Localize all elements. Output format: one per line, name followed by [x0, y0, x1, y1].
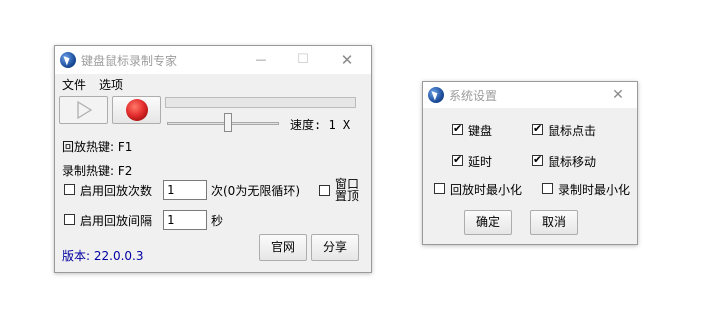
close-button[interactable]: ✕ [325, 46, 369, 74]
mouse-click-label: 鼠标点击 [548, 124, 597, 138]
minimize-on-playback-checkbox[interactable] [434, 183, 445, 194]
menu-file[interactable]: 文件 [62, 76, 86, 93]
website-button[interactable]: 官网 [259, 234, 307, 261]
minimize-button[interactable]: — [239, 46, 283, 74]
speed-label: 速度: 1 X [290, 118, 351, 132]
record-hotkey-label: 录制热键: F2 [62, 164, 133, 178]
main-window-title: 键盘鼠标录制专家 [81, 54, 178, 68]
topmost-checkbox[interactable] [319, 185, 330, 196]
play-icon [77, 100, 93, 120]
interval-checkbox[interactable] [64, 214, 75, 225]
topmost-label-line2: 置顶 [335, 189, 360, 203]
settings-window: 系统设置 ✕ 键盘 鼠标点击 延时 鼠标移动 回放时最小化 录制时最小化 确定 … [422, 81, 638, 245]
minimize-on-record-checkbox[interactable] [542, 183, 553, 194]
playback-hotkey-label: 回放热键: F1 [62, 140, 133, 154]
settings-window-title: 系统设置 [449, 89, 498, 103]
progress-bar [165, 97, 356, 108]
menu-options[interactable]: 选项 [99, 76, 123, 93]
settings-app-icon [428, 87, 444, 103]
interval-label: 启用回放间隔 [80, 214, 153, 228]
speed-slider[interactable] [167, 112, 279, 134]
mouse-move-label: 鼠标移动 [548, 155, 597, 169]
repeat-count-label: 启用回放次数 [80, 184, 153, 198]
settings-titlebar[interactable]: 系统设置 ✕ [423, 82, 637, 108]
keyboard-label: 键盘 [468, 124, 493, 138]
cancel-button[interactable]: 取消 [530, 210, 578, 235]
slider-thumb[interactable] [224, 113, 232, 132]
settings-close-button[interactable]: ✕ [599, 82, 637, 108]
minimize-on-record-label: 录制时最小化 [558, 183, 631, 197]
ok-button[interactable]: 确定 [464, 210, 512, 235]
main-titlebar[interactable]: 键盘鼠标录制专家 — ☐ ✕ [55, 46, 371, 74]
delay-checkbox[interactable] [452, 153, 463, 167]
repeat-count-suffix: 次(0为无限循环) [211, 184, 300, 198]
repeat-count-input[interactable] [163, 180, 207, 200]
app-icon [60, 52, 76, 68]
delay-label: 延时 [468, 155, 493, 169]
slider-track [167, 122, 279, 125]
share-button[interactable]: 分享 [311, 234, 359, 261]
menu-bar: 文件 选项 [55, 74, 371, 94]
minimize-on-playback-label: 回放时最小化 [450, 183, 523, 197]
play-button[interactable] [59, 96, 108, 124]
mouse-move-checkbox[interactable] [532, 153, 543, 167]
maximize-button[interactable]: ☐ [281, 46, 325, 74]
record-icon [126, 99, 148, 121]
main-window: 键盘鼠标录制专家 — ☐ ✕ 文件 选项 速度: 1 X 回放热键: F1 录制… [54, 45, 372, 273]
version-label: 版本: 22.0.0.3 [62, 249, 144, 263]
keyboard-checkbox[interactable] [452, 122, 463, 136]
interval-suffix: 秒 [211, 214, 224, 228]
mouse-click-checkbox[interactable] [532, 122, 543, 136]
interval-input[interactable] [163, 210, 207, 230]
repeat-count-checkbox[interactable] [64, 184, 75, 195]
record-button[interactable] [112, 96, 161, 124]
